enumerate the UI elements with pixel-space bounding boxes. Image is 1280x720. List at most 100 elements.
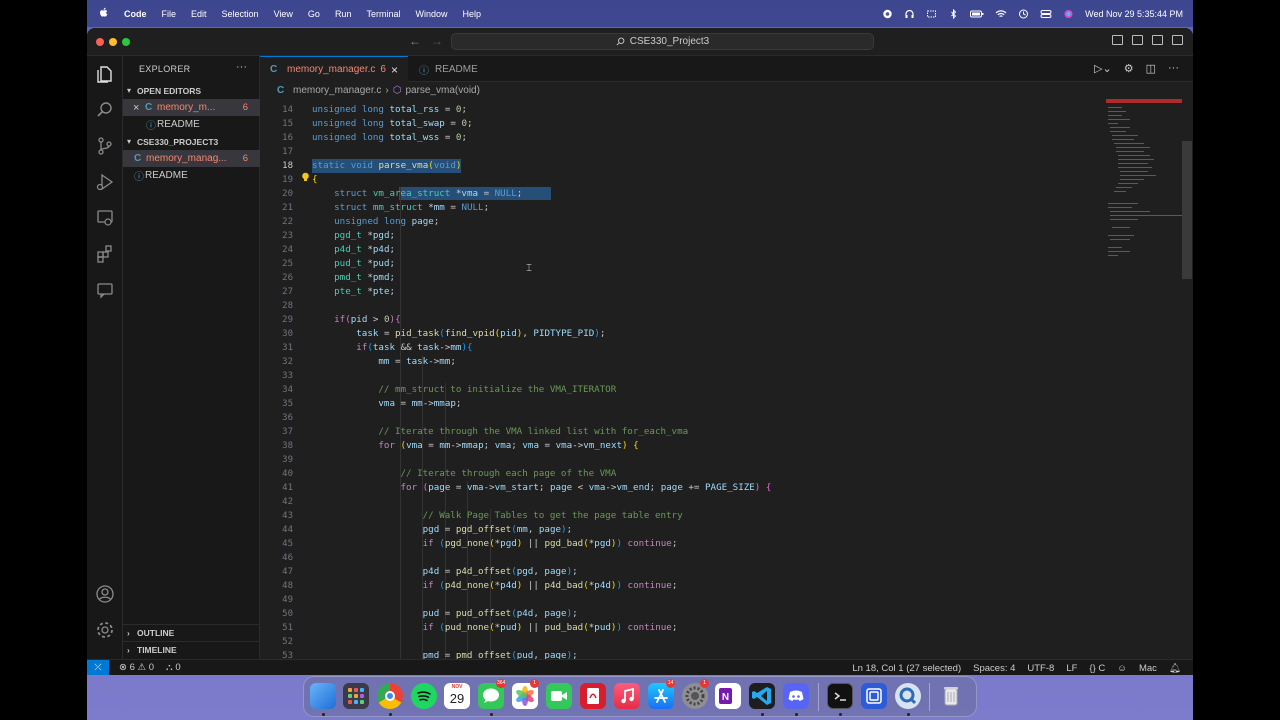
code-editor[interactable]: 14 15 16 17 18 19 20 21 22 23 24 25 26 2…: [260, 99, 1193, 659]
headphones-icon[interactable]: [904, 9, 915, 19]
more-actions-icon[interactable]: ···: [236, 61, 247, 73]
search-activity-icon[interactable]: [95, 100, 115, 120]
breadcrumb-file[interactable]: memory_manager.c: [293, 85, 381, 96]
line-number: 43: [282, 511, 293, 521]
tab-readme[interactable]: ⓘ README: [408, 56, 488, 82]
trash-icon[interactable]: [938, 683, 964, 709]
menubar-datetime[interactable]: Wed Nov 29 5:35:44 PM: [1085, 9, 1183, 19]
file-item-readme[interactable]: ⓘ README: [123, 167, 260, 184]
minimap[interactable]: [1106, 99, 1182, 659]
record-icon[interactable]: [882, 9, 893, 19]
extensions-icon[interactable]: [95, 244, 115, 264]
onenote-icon[interactable]: N: [715, 683, 741, 709]
command-center[interactable]: CSE330_Project3: [451, 33, 874, 50]
screen-sharing-icon[interactable]: [861, 683, 887, 709]
menu-help[interactable]: Help: [462, 9, 481, 19]
line-number: 51: [282, 623, 293, 633]
lightbulb-icon[interactable]: [301, 172, 310, 182]
close-window-button[interactable]: [96, 38, 104, 46]
remote-explorer-icon[interactable]: [95, 208, 115, 228]
toggle-panel-icon[interactable]: [1132, 35, 1143, 45]
calendar-icon[interactable]: NOV 29: [444, 683, 470, 709]
language-mode[interactable]: {} C: [1089, 663, 1105, 674]
notifications-bell-icon[interactable]: 🔔︎: [1169, 663, 1181, 674]
code-line: task = pid_task(find_vpid(pid), PIDTYPE_…: [356, 328, 606, 339]
siri-icon[interactable]: [1063, 9, 1074, 19]
forward-arrow-icon[interactable]: →: [431, 34, 443, 48]
source-control-icon[interactable]: [95, 136, 115, 156]
problems-status[interactable]: ⊗ 6 ⚠ 0: [119, 662, 154, 673]
chevron-down-icon: ▾: [127, 86, 132, 95]
spotify-icon[interactable]: [411, 683, 437, 709]
launchpad-icon[interactable]: [343, 683, 369, 709]
explorer-icon[interactable]: [95, 64, 115, 84]
cursor-position[interactable]: Ln 18, Col 1 (27 selected): [852, 663, 961, 674]
toggle-secondary-sidebar-icon[interactable]: [1152, 35, 1163, 45]
vertical-scrollbar[interactable]: [1182, 141, 1192, 279]
activity-bar: [87, 56, 123, 659]
project-folder-section[interactable]: ▾ CSE330_PROJECT3: [123, 133, 260, 150]
minimize-window-button[interactable]: [109, 38, 117, 46]
vscode-dock-icon[interactable]: [749, 683, 775, 709]
dock-separator: [929, 683, 930, 711]
chrome-icon[interactable]: [377, 683, 403, 709]
file-item-memory-manager[interactable]: C memory_manag... 6: [123, 150, 260, 167]
open-editor-item-readme[interactable]: ⓘ README: [123, 116, 260, 133]
pdf-reader-icon[interactable]: [580, 683, 606, 709]
more-actions-icon[interactable]: ···: [1168, 62, 1179, 75]
zoom-window-button[interactable]: [122, 38, 130, 46]
code-line: // Iterate through each page of the VMA: [400, 468, 617, 479]
tab-memory-manager[interactable]: C memory_manager.c 6 ×: [260, 56, 408, 82]
control-center-icon[interactable]: [1040, 9, 1052, 19]
close-icon[interactable]: ×: [133, 102, 145, 114]
ports-status[interactable]: ⛬ 0: [166, 662, 181, 673]
menu-go[interactable]: Go: [308, 9, 320, 19]
discord-icon[interactable]: [783, 683, 809, 709]
platform-status[interactable]: Mac: [1139, 663, 1157, 674]
timeline-section[interactable]: › TIMELINE: [123, 641, 260, 658]
copilot-icon[interactable]: ☺: [1117, 663, 1127, 674]
apple-menu-icon[interactable]: [99, 7, 109, 21]
battery-icon[interactable]: [970, 9, 984, 19]
menu-code[interactable]: Code: [124, 9, 147, 19]
problems-badge: 6: [242, 102, 248, 113]
dashed-box-icon[interactable]: [926, 9, 937, 19]
menu-run[interactable]: Run: [335, 9, 352, 19]
open-editors-section[interactable]: ▾ OPEN EDITORS: [123, 82, 260, 99]
manage-gear-icon[interactable]: [95, 620, 115, 640]
back-arrow-icon[interactable]: ←: [409, 34, 421, 48]
customize-layout-icon[interactable]: [1172, 35, 1183, 45]
remote-indicator[interactable]: ⤫: [87, 659, 109, 675]
music-icon[interactable]: [614, 683, 640, 709]
breadcrumb-symbol[interactable]: parse_vma(void): [405, 85, 479, 96]
close-icon[interactable]: ×: [391, 63, 398, 77]
code-line: pgd = pgd_offset(mm, page);: [422, 524, 573, 535]
info-file-icon: ⓘ: [146, 121, 156, 132]
settings-gear-icon[interactable]: ⚙: [1124, 62, 1134, 75]
wifi-icon[interactable]: [995, 9, 1007, 19]
run-debug-icon[interactable]: [95, 172, 115, 192]
quicktime-icon[interactable]: [895, 683, 921, 709]
account-icon[interactable]: [95, 584, 115, 604]
comments-icon[interactable]: [95, 280, 115, 300]
menu-terminal[interactable]: Terminal: [366, 9, 400, 19]
finder-icon[interactable]: [310, 683, 336, 709]
clock-icon[interactable]: [1018, 9, 1029, 19]
menu-edit[interactable]: Edit: [191, 9, 207, 19]
open-editor-item-memory-manager[interactable]: × C memory_m... 6: [123, 99, 260, 116]
terminal-icon[interactable]: [827, 683, 853, 709]
bluetooth-icon[interactable]: [948, 8, 959, 19]
run-debug-dropdown-icon[interactable]: ▷⌄: [1094, 62, 1112, 75]
facetime-icon[interactable]: [546, 683, 572, 709]
problems-badge: 6: [242, 153, 248, 164]
eol-status[interactable]: LF: [1066, 663, 1077, 674]
menu-file[interactable]: File: [162, 9, 177, 19]
menu-selection[interactable]: Selection: [222, 9, 259, 19]
outline-section[interactable]: › OUTLINE: [123, 624, 260, 641]
split-editor-icon[interactable]: ◫: [1146, 62, 1156, 75]
menu-view[interactable]: View: [274, 9, 293, 19]
encoding-status[interactable]: UTF-8: [1027, 663, 1054, 674]
menu-window[interactable]: Window: [415, 9, 447, 19]
indentation-status[interactable]: Spaces: 4: [973, 663, 1015, 674]
toggle-primary-sidebar-icon[interactable]: [1112, 35, 1123, 45]
